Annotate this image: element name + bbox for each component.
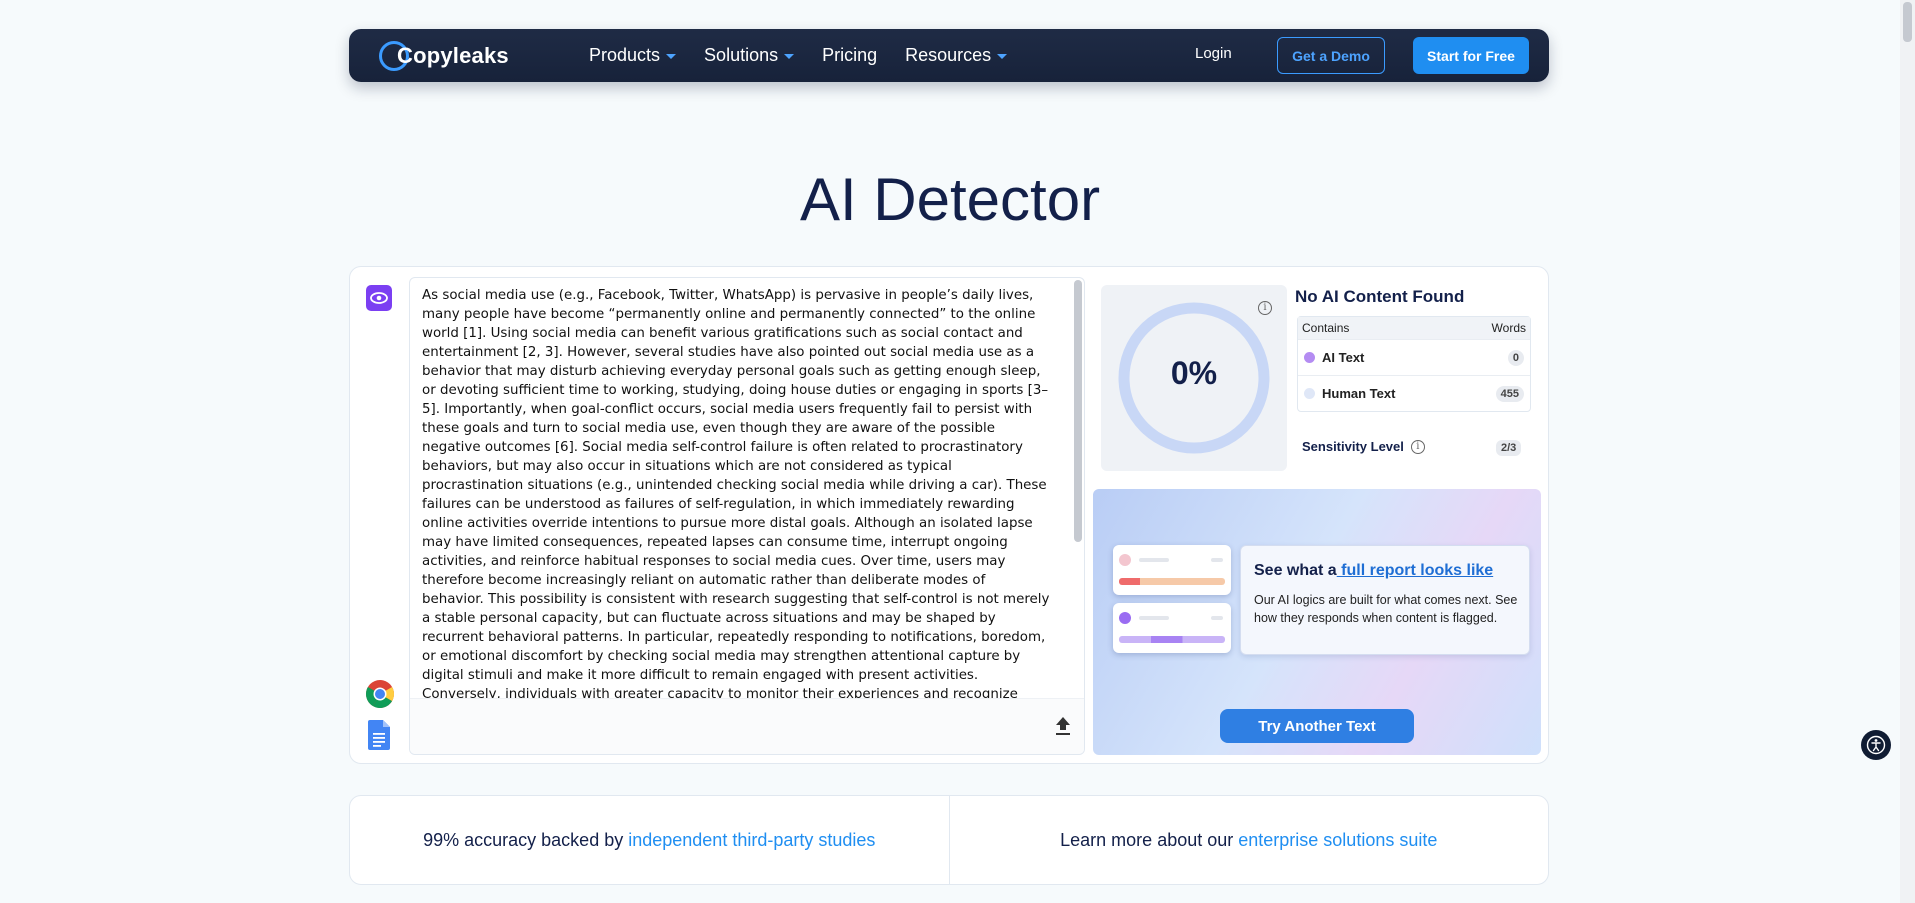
text-input-panel[interactable]: As social media use (e.g., Facebook, Twi… [409,277,1085,755]
get-demo-button[interactable]: Get a Demo [1277,37,1385,74]
preview-line [1211,558,1223,562]
word-breakdown-table: Contains Words AI Text 0 Human Text 455 [1297,316,1531,412]
accessibility-icon[interactable] [1861,730,1891,760]
start-free-button[interactable]: Start for Free [1413,37,1529,74]
preview-dot [1119,612,1131,624]
preview-line [1139,616,1169,620]
detector-card: As social media use (e.g., Facebook, Twi… [349,266,1549,764]
human-text-dot [1304,388,1315,399]
logo-text: Copyleaks [397,43,509,68]
preview-bar [1119,636,1225,643]
nav-pricing[interactable]: Pricing [822,45,877,66]
human-text-count: 455 [1495,385,1524,402]
page-scrollbar-thumb[interactable] [1903,2,1912,42]
chevron-down-icon [666,54,677,59]
table-row-human: Human Text 455 [1298,375,1530,411]
nav-products-label: Products [589,45,661,65]
login-link[interactable]: Login [1195,45,1232,62]
chrome-icon[interactable] [365,679,395,709]
contains-header: Contains [1302,321,1350,335]
info-strip: 99% accuracy backed by independent third… [349,795,1549,885]
full-report-promo: See what a full report looks like Our AI… [1093,489,1541,755]
upload-icon[interactable] [1054,715,1072,737]
enterprise-cell: Learn more about our enterprise solution… [948,796,1549,884]
ai-score-gauge: i 0% [1101,285,1287,471]
info-icon[interactable]: i [1410,439,1425,454]
top-navigation: Copyleaks Products Solutions Pricing Res… [349,29,1549,82]
nav-solutions[interactable]: Solutions [704,45,795,66]
words-header: Words [1491,321,1526,335]
nav-pricing-label: Pricing [822,45,878,65]
page-title: AI Detector [799,166,1101,233]
sensitivity-value[interactable]: 2/3 [1496,440,1522,456]
sensitivity-level: Sensitivity Level i [1302,439,1425,454]
google-docs-icon[interactable] [368,720,390,750]
enterprise-link[interactable]: enterprise solutions suite [1238,830,1437,851]
report-preview-card-ai [1113,603,1231,653]
nav-links: Products Solutions Pricing Resources [589,29,1008,82]
info-icon[interactable]: i [1258,301,1272,315]
accuracy-text: 99% accuracy backed by [423,829,624,850]
ai-text-dot [1304,352,1315,363]
table-header: Contains Words [1298,317,1530,339]
table-row-ai: AI Text 0 [1298,339,1530,375]
nav-resources-label: Resources [905,45,992,65]
promo-heading-prefix: See what a [1254,562,1337,579]
nav-resources[interactable]: Resources [905,45,1008,66]
try-another-text-button[interactable]: Try Another Text [1220,709,1414,743]
chevron-down-icon [997,54,1008,59]
result-title: No AI Content Found [1295,287,1465,306]
page-scrollbar[interactable] [1900,0,1915,903]
studies-link[interactable]: independent third-party studies [628,830,875,851]
text-panel-footer [410,698,1084,754]
promo-text-box: See what a full report looks like Our AI… [1240,545,1530,655]
accuracy-cell: 99% accuracy backed by independent third… [350,796,949,884]
preview-line [1139,558,1169,562]
copyleaks-logo[interactable]: Copyleaks [379,39,515,73]
promo-body: Our AI logics are built for what comes n… [1254,593,1518,625]
text-scrollbar[interactable] [1074,280,1082,542]
enterprise-text: Learn more about our [1060,829,1234,850]
ai-text-label: AI Text [1322,350,1365,365]
human-text-label: Human Text [1322,386,1396,401]
preview-dot [1119,554,1131,566]
sensitivity-label: Sensitivity Level [1302,439,1404,454]
preview-line [1211,616,1223,620]
side-toolbar [365,285,395,755]
chevron-down-icon [784,54,795,59]
score-value: 0% [1170,355,1218,391]
eye-icon[interactable] [366,285,392,311]
nav-solutions-label: Solutions [704,45,779,65]
full-report-link[interactable]: full report looks like [1337,562,1493,579]
input-text[interactable]: As social media use (e.g., Facebook, Twi… [422,286,1050,698]
ai-text-count: 0 [1507,349,1524,366]
promo-heading: See what a full report looks like [1254,562,1493,580]
report-preview-card-human [1113,545,1231,595]
preview-bar [1119,578,1225,585]
nav-products[interactable]: Products [589,45,677,66]
